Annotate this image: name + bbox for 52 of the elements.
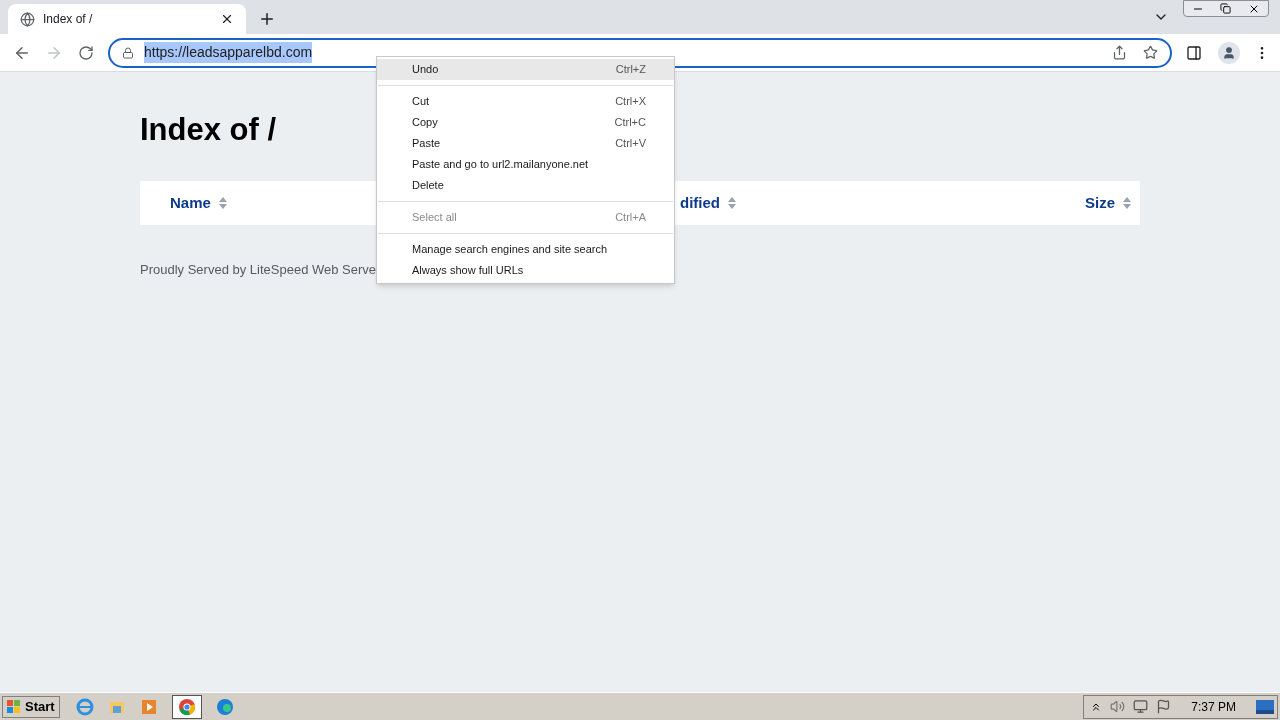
share-icon[interactable]	[1112, 45, 1127, 60]
menu-item[interactable]: Delete	[377, 175, 674, 196]
media-player-icon[interactable]	[139, 697, 158, 716]
profile-avatar[interactable]	[1218, 41, 1240, 64]
restore-icon[interactable]	[1220, 3, 1232, 14]
close-icon[interactable]	[220, 12, 234, 26]
bookmark-star-icon[interactable]	[1143, 45, 1158, 60]
shortcut-label: Ctrl+C	[614, 115, 646, 131]
tab-title: Index of /	[43, 11, 94, 28]
menu-item[interactable]: Copy Ctrl+C	[377, 112, 674, 133]
menu-item-label: Always show full URLs	[412, 263, 525, 279]
menu-item[interactable]: Manage search engines and site search	[377, 239, 674, 260]
page-title: Index of /	[140, 114, 277, 145]
side-panel-icon[interactable]	[1186, 44, 1202, 61]
menu-item-label: Paste	[412, 136, 442, 152]
new-tab-icon[interactable]	[258, 10, 276, 28]
globe-icon	[20, 11, 35, 27]
show-desktop-icon[interactable]	[1256, 699, 1274, 714]
edge-icon[interactable]	[215, 697, 234, 716]
windows-logo-icon	[7, 699, 21, 714]
reload-icon[interactable]	[78, 44, 94, 61]
menu-item[interactable]: Paste and go to url2.mailanyone.net	[377, 154, 674, 175]
shortcut-label: Ctrl+A	[615, 210, 646, 226]
server-footer: Proudly Served by LiteSpeed Web Serve	[140, 260, 377, 280]
chrome-logo-icon	[177, 697, 196, 716]
shortcut-label: Ctrl+V	[615, 136, 646, 152]
column-header[interactable]: Size	[1085, 191, 1115, 215]
menu-item-label: Copy	[412, 115, 439, 131]
sort-icon	[728, 197, 736, 209]
url-text: https://leadsapparelbd.com	[144, 42, 313, 63]
lock-icon	[122, 46, 134, 59]
speaker-icon[interactable]	[1110, 699, 1126, 714]
browser-tab[interactable]: Index of /	[8, 4, 246, 34]
shortcut-label: Ctrl+X	[615, 94, 646, 110]
sort-icon	[218, 197, 227, 209]
sort-icon	[1123, 197, 1131, 209]
menu-item[interactable]: Paste Ctrl+V	[377, 133, 674, 154]
person-icon	[1222, 45, 1236, 60]
menu-item[interactable]: Undo Ctrl+Z	[377, 59, 674, 80]
column-header[interactable]: dified	[680, 191, 720, 215]
menu-item[interactable]: Cut Ctrl+X	[377, 91, 674, 112]
menu-item-label: Manage search engines and site search	[412, 242, 609, 258]
column-header[interactable]: Name	[170, 191, 211, 215]
chrome-taskbar-button[interactable]	[171, 694, 202, 719]
start-button[interactable]: Start	[2, 695, 60, 718]
menu-item-label: Cut	[412, 94, 431, 110]
flag-icon[interactable]	[1156, 699, 1172, 714]
menu-item-label: Select all	[412, 210, 458, 226]
clock: 7:37 PM	[1191, 698, 1236, 716]
menu-item-label: Delete	[412, 178, 445, 194]
menu-item-label: Paste and go to url2.mailanyone.net	[412, 157, 590, 173]
menu-item[interactable]: Always show full URLs	[377, 260, 674, 281]
